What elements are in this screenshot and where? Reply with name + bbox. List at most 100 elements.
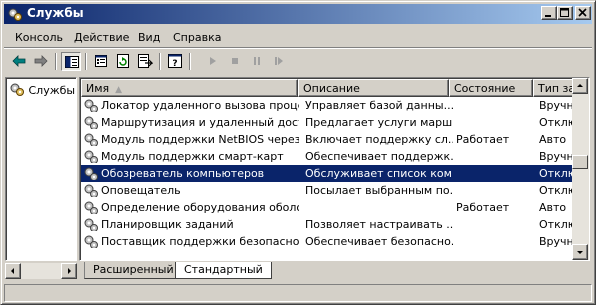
minimize-button[interactable] xyxy=(541,6,557,20)
scroll-down-button[interactable] xyxy=(572,244,588,260)
view-tabs: Расширенный Стандартный xyxy=(79,262,590,280)
arrow-down-icon xyxy=(577,251,583,254)
stop-service-icon xyxy=(232,58,238,64)
stop-service-button[interactable] xyxy=(225,52,245,71)
service-description: Посылает выбранным по... xyxy=(305,184,453,197)
service-name: Оповещатель xyxy=(83,184,299,197)
status-panel xyxy=(4,284,592,302)
table-row[interactable]: Планировщик заданий Позволяет настраивать… xyxy=(81,216,589,233)
column-header-state[interactable]: Состояние xyxy=(449,79,533,97)
services-gear-icon xyxy=(8,8,22,21)
table-row[interactable]: Определение оборудования оболочки Работае… xyxy=(81,199,589,216)
scroll-up-button[interactable] xyxy=(572,78,588,94)
toolbar: ? xyxy=(4,50,592,74)
table-row[interactable]: Локатор удаленного вызова проце... Управл… xyxy=(81,97,589,114)
svg-text:?: ? xyxy=(172,59,177,69)
service-name: Обозреватель компьютеров xyxy=(83,167,299,180)
menu-separator xyxy=(4,47,592,49)
arrow-left-icon xyxy=(11,268,14,274)
pause-service-button[interactable] xyxy=(247,52,267,71)
menu-action[interactable]: Действие xyxy=(74,31,129,44)
service-gear-icon xyxy=(84,235,98,248)
service-gear-icon xyxy=(84,201,98,214)
service-description: Управляет базой данны... xyxy=(305,99,453,112)
restart-service-button[interactable] xyxy=(269,52,289,71)
tree-horizontal-scrollbar[interactable] xyxy=(5,263,77,279)
service-name: Модуль поддержки смарт-карт xyxy=(83,150,299,163)
title-bar[interactable]: Службы xyxy=(4,4,592,24)
services-list: Имя▲ Описание Состояние Тип запуска Лока… xyxy=(79,77,590,261)
forward-arrow-icon xyxy=(34,55,48,67)
restart-service-icon xyxy=(275,57,283,65)
export-list-icon xyxy=(138,54,153,68)
service-state: Работает xyxy=(456,133,510,146)
list-vertical-scrollbar[interactable] xyxy=(572,78,589,260)
table-row[interactable]: Модуль поддержки смарт-карт Обеспечивает … xyxy=(81,148,589,165)
service-description: Предлагает услуги марш... xyxy=(305,116,453,129)
service-name: Поставщик поддержки безопасност... xyxy=(83,235,299,248)
export-list-button[interactable] xyxy=(135,52,155,71)
console-tree: Службы xyxy=(5,77,77,261)
show-hide-tree-button[interactable] xyxy=(61,52,81,71)
tab-standard[interactable]: Стандартный xyxy=(175,262,272,279)
properties-button[interactable] xyxy=(91,52,111,71)
status-bar xyxy=(4,284,592,302)
services-gear-icon xyxy=(10,83,24,96)
service-gear-icon xyxy=(84,99,98,112)
service-description: Обеспечивает безопасно... xyxy=(305,235,453,248)
scroll-right-button[interactable] xyxy=(61,263,77,279)
service-description: Обслуживает список ком... xyxy=(305,167,453,180)
close-button[interactable] xyxy=(575,6,591,20)
pause-service-icon xyxy=(254,57,260,65)
services-window: Службы Консоль Действие Вид Справка ? Сл… xyxy=(0,0,596,305)
tree-item-services[interactable]: Службы xyxy=(9,81,75,97)
table-row[interactable]: Модуль поддержки NetBIOS через ... Включа… xyxy=(81,131,589,148)
table-row[interactable]: Обозреватель компьютеров Обслуживает спис… xyxy=(81,165,589,182)
service-name: Планировщик заданий xyxy=(83,218,299,231)
service-name: Модуль поддержки NetBIOS через ... xyxy=(83,133,299,146)
refresh-button[interactable] xyxy=(113,52,133,71)
column-header-name[interactable]: Имя ▲ xyxy=(81,79,298,97)
refresh-icon xyxy=(117,54,129,68)
help-button[interactable]: ? xyxy=(165,52,185,71)
service-gear-icon xyxy=(84,150,98,163)
toolbar-separator xyxy=(85,53,87,70)
tab-extended[interactable]: Расширенный xyxy=(84,262,183,279)
close-icon xyxy=(578,8,587,17)
list-header: Имя▲ Описание Состояние Тип запуска xyxy=(81,79,589,97)
start-service-button[interactable] xyxy=(203,52,223,71)
service-state: Работает xyxy=(456,201,510,214)
service-name: Определение оборудования оболочки xyxy=(83,201,299,214)
window-title: Службы xyxy=(27,6,84,20)
column-header-description[interactable]: Описание xyxy=(298,79,449,97)
service-name: Локатор удаленного вызова проце... xyxy=(83,99,299,112)
service-description: Позволяет настраивать ... xyxy=(305,218,453,231)
table-row[interactable]: Поставщик поддержки безопасност... Обеспе… xyxy=(81,233,589,250)
menu-bar: Консоль Действие Вид Справка xyxy=(4,28,592,47)
toolbar-separator xyxy=(55,53,57,70)
help-icon: ? xyxy=(168,54,182,69)
menu-console[interactable]: Консоль xyxy=(15,31,63,44)
menu-help[interactable]: Справка xyxy=(173,31,221,44)
arrow-up-icon xyxy=(577,84,583,87)
minimize-icon xyxy=(545,15,551,17)
service-name: Маршрутизация и удаленный доступ xyxy=(83,116,299,129)
scroll-thumb[interactable] xyxy=(572,155,588,169)
service-gear-icon xyxy=(84,167,98,180)
menu-view[interactable]: Вид xyxy=(138,31,160,44)
service-description: Обеспечивает поддержк... xyxy=(305,150,453,163)
table-row[interactable]: ОповещательПосылает выбранным по...Отклю… xyxy=(81,182,589,199)
maximize-icon xyxy=(560,8,569,17)
service-gear-icon xyxy=(84,133,98,146)
forward-button[interactable] xyxy=(31,52,51,71)
show-hide-tree-icon xyxy=(65,56,79,68)
table-row[interactable]: Маршрутизация и удаленный доступ Предлага… xyxy=(81,114,589,131)
scroll-left-button[interactable] xyxy=(5,263,21,279)
tree-item-label: Службы xyxy=(28,84,76,97)
back-button[interactable] xyxy=(9,52,29,71)
service-description: Включает поддержку сл... xyxy=(305,133,453,146)
maximize-button[interactable] xyxy=(557,6,573,20)
arrow-right-icon xyxy=(68,268,71,274)
toolbar-separator xyxy=(159,53,161,70)
properties-icon xyxy=(95,55,107,67)
